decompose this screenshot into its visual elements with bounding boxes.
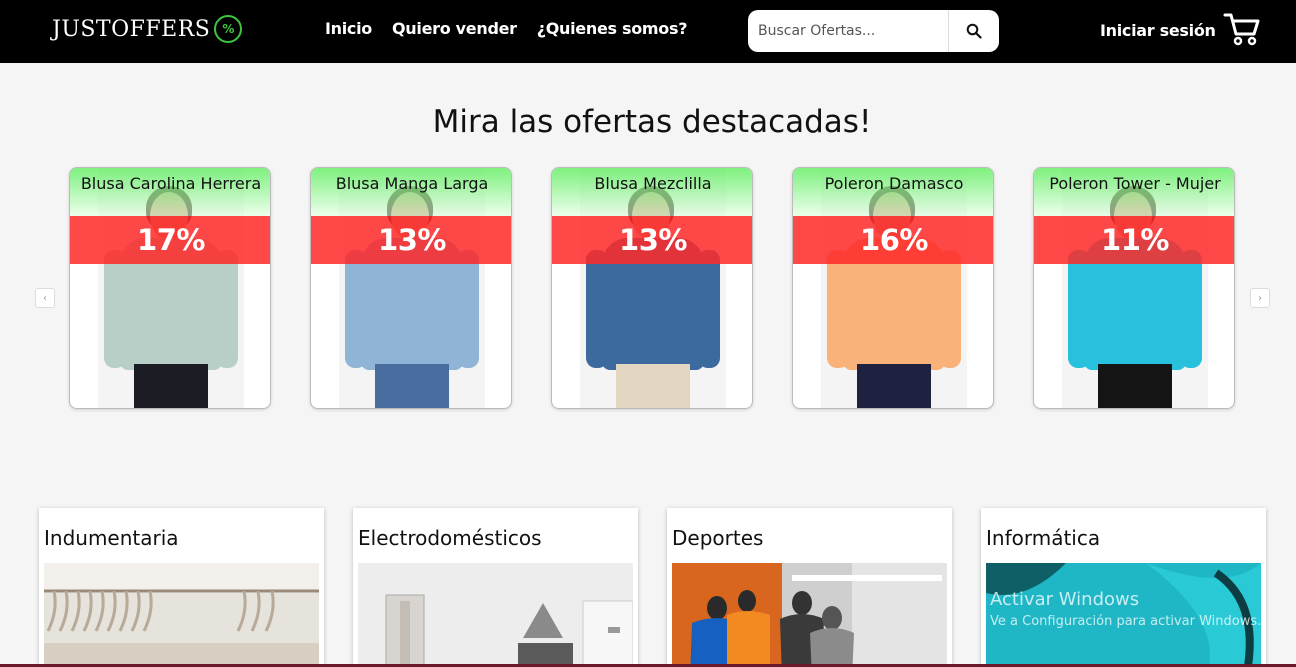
product-name: Blusa Manga Larga [311,168,511,216]
product-name: Blusa Carolina Herrera [70,168,270,216]
category-image [44,563,319,667]
chevron-right-icon: › [1258,292,1262,304]
nav-link-inicio[interactable]: Inicio [325,19,372,38]
product-name: Blusa Mezclilla [552,168,752,216]
category-card-informatica[interactable]: Informática [981,508,1266,667]
category-title: Indumentaria [44,526,179,550]
category-image [672,563,947,667]
search-input[interactable] [748,10,948,52]
search-icon [966,23,982,39]
brand-name: JUSTOFFERS [52,16,211,42]
navbar: JUSTOFFERS % Inicio Quiero vender ¿Quien… [0,0,1296,63]
product-card[interactable]: Poleron Tower - Mujer 11% [1033,167,1235,409]
discount-badge: 11% [1034,216,1234,264]
product-name: Poleron Tower - Mujer [1034,168,1234,216]
product-card[interactable]: Poleron Damasco 16% [792,167,994,409]
category-title: Electrodomésticos [358,526,542,550]
carousel-next-button[interactable]: › [1250,288,1270,308]
percent-badge-icon: % [214,15,243,43]
product-card[interactable]: Blusa Carolina Herrera 17% [69,167,271,409]
category-card-deportes[interactable]: Deportes [667,508,952,667]
product-name: Poleron Damasco [793,168,993,216]
shopping-cart-icon[interactable] [1223,12,1261,46]
brand-logo[interactable]: JUSTOFFERS % [52,14,243,44]
category-card-electrodomesticos[interactable]: Electrodomésticos [353,508,638,667]
nav-link-quiero-vender[interactable]: Quiero vender [392,19,517,38]
nav-link-quienes-somos[interactable]: ¿Quienes somos? [537,19,688,38]
product-card[interactable]: Blusa Mezclilla 13% [551,167,753,409]
category-image [358,563,633,667]
main-nav: Inicio Quiero vender ¿Quienes somos? [325,19,707,38]
discount-badge: 16% [793,216,993,264]
discount-badge: 17% [70,216,270,264]
search-box [748,10,999,52]
search-button[interactable] [948,10,999,52]
category-title: Deportes [672,526,764,550]
discount-badge: 13% [552,216,752,264]
discount-badge: 13% [311,216,511,264]
featured-title: Mira las ofertas destacadas! [432,104,872,140]
login-link[interactable]: Iniciar sesión [1100,21,1216,40]
chevron-left-icon: ‹ [43,292,47,304]
carousel-prev-button[interactable]: ‹ [35,288,55,308]
category-card-indumentaria[interactable]: Indumentaria [39,508,324,667]
product-card[interactable]: Blusa Manga Larga 13% [310,167,512,409]
category-title: Informática [986,526,1101,550]
category-image [986,563,1261,667]
